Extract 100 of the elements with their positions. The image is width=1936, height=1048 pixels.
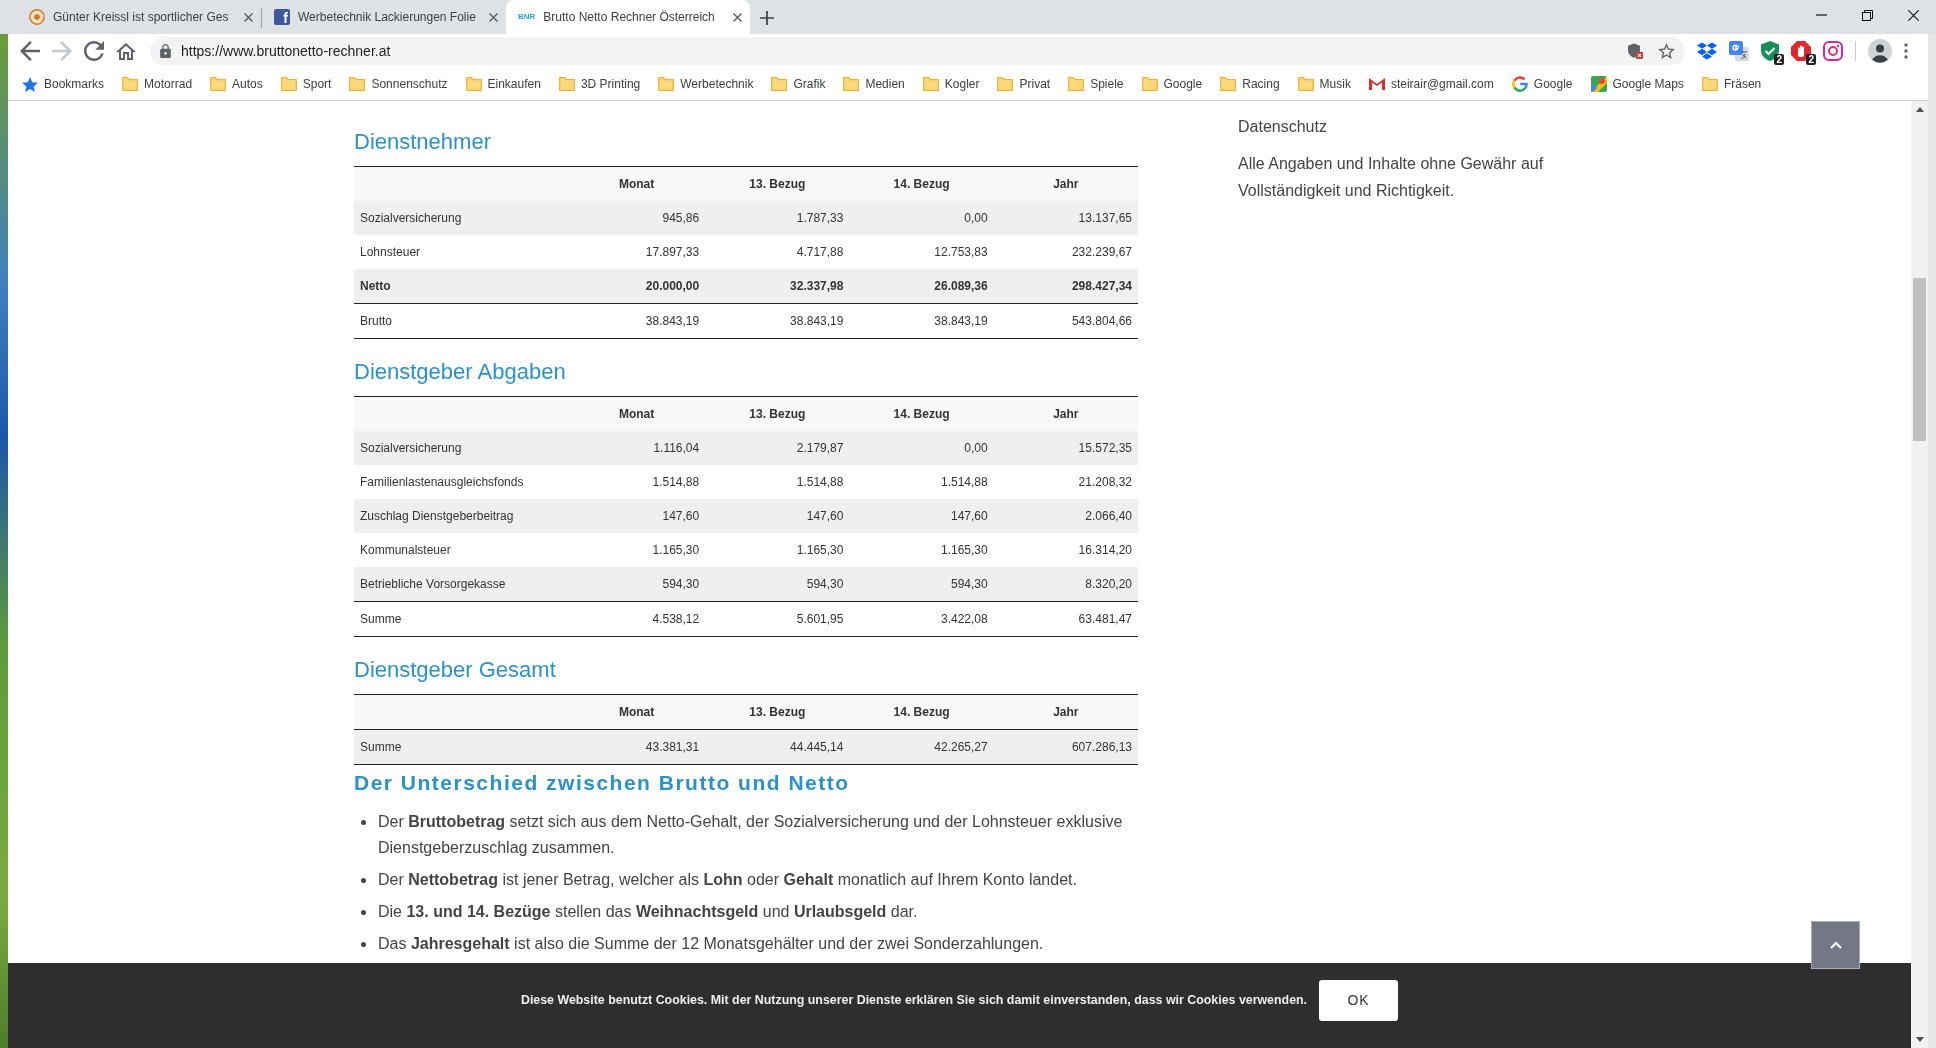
table-cell: 1.514,88 [705,465,850,499]
column-header: Monat [568,166,706,201]
column-header: 14. Bezug [849,166,994,201]
bookmark-item[interactable]: Motorrad [116,75,199,93]
table-cell: 17.897,33 [568,235,706,269]
bookmark-item[interactable]: Google [1135,75,1209,93]
box-icon[interactable] [1697,42,1717,60]
list-item-text: Die 13. und 14. Bezüge stellen das Weihnachtsgeld und Urlaubsgeld dar. [378,902,918,922]
avatar-icon[interactable] [1868,39,1892,63]
site-logo: BNR [518,12,536,22]
table-cell: 1.165,30 [849,533,994,567]
bookmark-item[interactable]: Autos [204,75,269,93]
table-cell: 1.514,88 [568,465,706,499]
bookmark-item[interactable]: Privat [991,75,1057,93]
table-cell: 21.208,32 [993,465,1138,499]
table-cell: 543.804,66 [993,303,1138,339]
minimize-icon[interactable] [1815,14,1827,16]
column-header: 14. Bezug [849,694,994,730]
folder-icon [1068,77,1085,91]
table-cell: 20.000,00 [568,269,706,304]
scrollbar[interactable] [1911,101,1928,1048]
arrow-up-icon[interactable] [1915,107,1924,112]
table-cell: 4.717,88 [705,235,850,269]
folder-icon [997,77,1014,91]
scrollbar-thumb[interactable] [1913,278,1926,441]
table-cell: 2.066,40 [993,499,1138,533]
star-icon [22,76,38,92]
table-cell: 32.337,98 [705,269,850,304]
notification-count: 2 [1774,54,1784,65]
mail-icon [1368,78,1385,90]
browser-tab[interactable]: f Werbetechnik Lackierungen Folie [262,0,506,34]
table-cell: 594,30 [705,567,850,602]
bookmark-item[interactable]: Werbetechnik [652,75,760,93]
bookmark-item[interactable]: Sonnenschutz [343,75,454,93]
column-header: 13. Bezug [705,396,850,431]
column-header: Monat [568,396,706,431]
bookmark-item[interactable]: Google Maps [1584,75,1690,93]
table-cell: 945,86 [568,201,706,235]
table-cell: 63.481,47 [993,601,1138,637]
close-icon[interactable] [1907,9,1919,21]
emblem-icon [29,9,45,25]
bookmark-item[interactable]: steirair@gmail.com [1362,75,1500,93]
bookmark-item[interactable]: Spiele [1062,75,1130,93]
bookmark-item[interactable]: Fräsen [1695,75,1768,93]
folder-icon [922,77,939,91]
bullet-icon [361,910,366,915]
back-icon[interactable] [20,41,40,61]
bookmark-item[interactable]: Bookmarks [16,75,111,93]
bookmark-item[interactable]: Grafik [765,75,832,93]
bookmark-item[interactable]: Racing [1214,75,1286,93]
column-header: Monat [568,694,706,730]
folder-icon [558,77,575,91]
table-cell: 3.422,08 [849,601,994,637]
bullet-icon [361,820,366,825]
translate-icon[interactable] [1729,41,1749,61]
bookmark-star-icon[interactable] [1658,43,1675,59]
bookmark-item[interactable]: Google [1505,75,1579,93]
ok-button[interactable]: OK [1319,980,1399,1021]
folder-icon [210,77,227,91]
shield-blocked-icon[interactable] [1627,43,1643,59]
row-label: Summe [354,729,569,765]
restore-icon[interactable] [1861,9,1873,21]
bookmark-item[interactable]: 3D Printing [552,75,647,93]
column-header: Jahr [993,694,1138,730]
row-label: Lohnsteuer [354,235,569,269]
table-cell: 0,00 [849,201,994,235]
bookmark-item[interactable]: Medien [837,75,911,93]
folder-icon [658,77,675,91]
table-cell: 1.165,30 [705,533,850,567]
bullet-icon [361,878,366,883]
row-label: Zuschlag Dienstgeberbeitrag [354,499,569,533]
table-cell: 43.381,31 [568,729,706,765]
table-cell: 12.753,83 [849,235,994,269]
table-cell: 147,60 [568,499,706,533]
disclaimer-text: Alle Angaben und Inhalte ohne Gewähr auf Vollständigkeit und Richtigkeit. [1238,154,1545,201]
browser-tab[interactable]: BNR Brutto Netto Rechner Österreich [506,0,750,34]
table-cell: 594,30 [568,567,706,602]
close-icon[interactable] [733,12,742,22]
arrow-down-icon[interactable] [1915,1037,1924,1042]
table-cell: 298.427,34 [993,269,1138,304]
bookmark-item[interactable]: Sport [274,75,338,93]
home-icon[interactable] [116,42,136,60]
row-label: Familienlastenausgleichsfonds [354,465,569,499]
table-cell: 42.265,27 [849,729,994,765]
row-label: Sozialversicherung [354,201,569,235]
bookmark-item[interactable]: Musik [1291,75,1357,93]
sidebar-link[interactable]: Datenschutz [1238,113,1568,140]
row-label: Sozialversicherung [354,431,569,465]
camera-icon[interactable] [1823,41,1843,61]
address-field[interactable]: https://www.bruttonetto-rechner.at [150,37,1685,65]
reload-icon[interactable] [84,41,104,61]
menu-icon[interactable] [1904,43,1908,59]
bookmark-item[interactable]: Kogler [916,75,986,93]
plus-icon[interactable] [760,11,774,25]
browser-tab[interactable]: Günter Kreissl ist sportlicher Ges [17,0,261,34]
bullet-icon [361,942,366,947]
cookie-message: Diese Website benutzt Cookies. Mit der Nutzung unserer Dienste erklären Sie sich damit einverstanden, dass wir Cookies verwenden. [520,992,1308,1010]
bookmark-item[interactable]: Einkaufen [459,75,547,93]
tab-favicon: f [274,9,290,25]
table-cell: 38.843,19 [849,303,994,339]
